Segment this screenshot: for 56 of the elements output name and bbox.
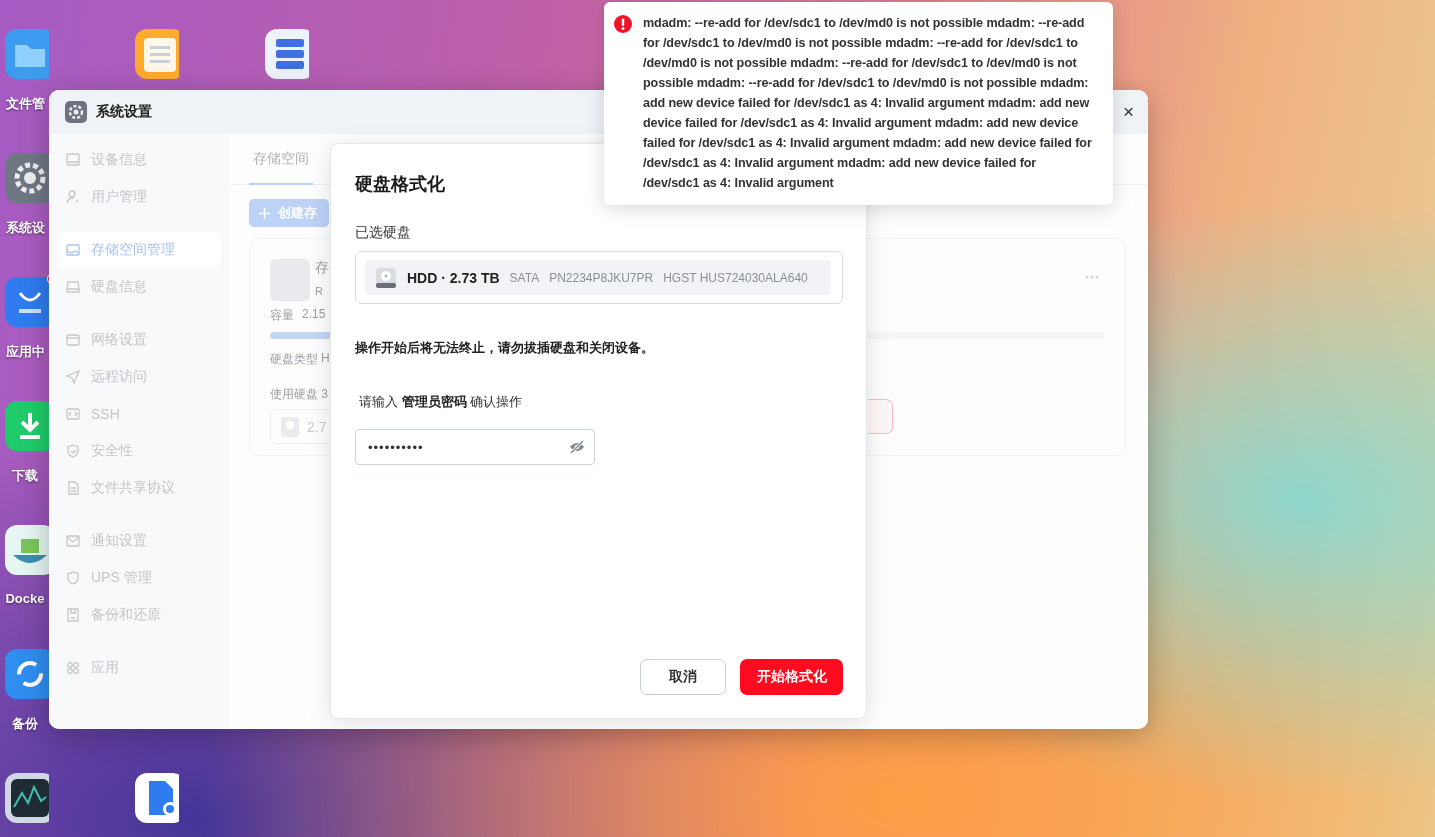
- app-label[interactable]: 系统设: [2, 219, 48, 237]
- pool-subtitle: R: [315, 285, 324, 297]
- capacity-value: 2.15: [302, 307, 326, 323]
- window-title: 系统设置: [96, 103, 152, 121]
- inbox-icon: [65, 242, 81, 258]
- password-prompt: 请输入 管理员密码 确认操作: [359, 393, 524, 411]
- document-icon: [65, 480, 81, 496]
- monitor-icon: [65, 152, 81, 168]
- close-button[interactable]: ×: [1118, 101, 1138, 123]
- code-icon: [65, 406, 81, 422]
- mail-icon: [65, 533, 81, 549]
- eye-off-icon[interactable]: [569, 440, 585, 454]
- document-camera-icon[interactable]: [135, 773, 179, 823]
- grid-icon: [65, 660, 81, 676]
- disk-type-value: H: [321, 351, 330, 367]
- app-label[interactable]: 应用中: [2, 343, 48, 361]
- selected-disk-label: 已选硬盘: [355, 224, 412, 242]
- clipboard-icon[interactable]: [135, 29, 179, 79]
- folder-icon[interactable]: [5, 29, 49, 79]
- sync-icon[interactable]: [5, 649, 49, 699]
- window-icon: [65, 332, 81, 348]
- app-label[interactable]: 文件管: [2, 95, 48, 113]
- shopping-bag-icon[interactable]: [5, 277, 49, 327]
- gear-icon[interactable]: [5, 153, 49, 203]
- chart-icon[interactable]: [5, 773, 49, 823]
- gear-icon: [65, 101, 87, 123]
- used-disks-label: 使用硬盘 3: [270, 386, 328, 403]
- disk-model: HGST HUS724030ALA640: [663, 270, 808, 285]
- password-field[interactable]: ••••••••••: [355, 429, 595, 465]
- cancel-button[interactable]: 取消: [640, 659, 726, 695]
- download-icon[interactable]: [5, 401, 49, 451]
- dialog-title: 硬盘格式化: [355, 173, 445, 196]
- error-icon: [614, 15, 632, 33]
- hard-drive-icon: [65, 279, 81, 295]
- disk-type-label: 硬盘类型: [270, 351, 318, 368]
- create-storage-button[interactable]: 创建存: [249, 199, 329, 227]
- user-icon: [65, 189, 81, 205]
- warning-text: 操作开始后将无法终止，请勿拔插硬盘和关闭设备。: [355, 339, 655, 357]
- app-label[interactable]: 备份: [2, 715, 48, 733]
- save-icon: [65, 607, 81, 623]
- error-message: mdadm: --re-add for /dev/sdc1 to /dev/md0 is not possible mdadm: --re-add for /dev/sdc1 to /dev/md0 is not possible mdadm: --re-add for /dev/sdc1 to /dev/md0 is not possible mdadm: --re-add for /dev/sdc1 to /dev/md0 is not possible mdadm: --re-add for /dev/sdc1 to /dev/md0 is not possible mdadm: add new device failed for /dev/sdc1 as 4: Invalid argument mdadm: add new device failed for /dev/sdc1 as 4: Invalid argument mdadm: add new device failed for /dev/sdc1 as 4: Invalid argument mdadm: add new device failed for /dev/sdc1 as 4: Invalid argument mdadm: add new device failed for /dev/sdc1 as 4: Invalid argument: [643, 15, 1093, 192]
- whale-icon[interactable]: [5, 525, 49, 575]
- tab[interactable]: 存储空间: [249, 134, 313, 185]
- plus-icon: [259, 207, 270, 219]
- capacity-label: 容量: [270, 307, 294, 324]
- disk-interface: SATA: [509, 270, 540, 285]
- shield-check-icon: [65, 443, 81, 459]
- sidebar-item[interactable]: 存储空间管理: [57, 232, 221, 268]
- disk-name: HDD · 2.73 TB: [407, 269, 500, 286]
- app-label[interactable]: 下载: [2, 467, 48, 485]
- app-label[interactable]: Docke: [2, 591, 48, 606]
- disk-serial: PN2234P8JKU7PR: [549, 270, 654, 285]
- send-icon: [65, 369, 81, 385]
- shield-icon: [65, 570, 81, 586]
- start-format-button[interactable]: 开始格式化: [740, 659, 843, 695]
- pool-title: 存: [315, 259, 329, 277]
